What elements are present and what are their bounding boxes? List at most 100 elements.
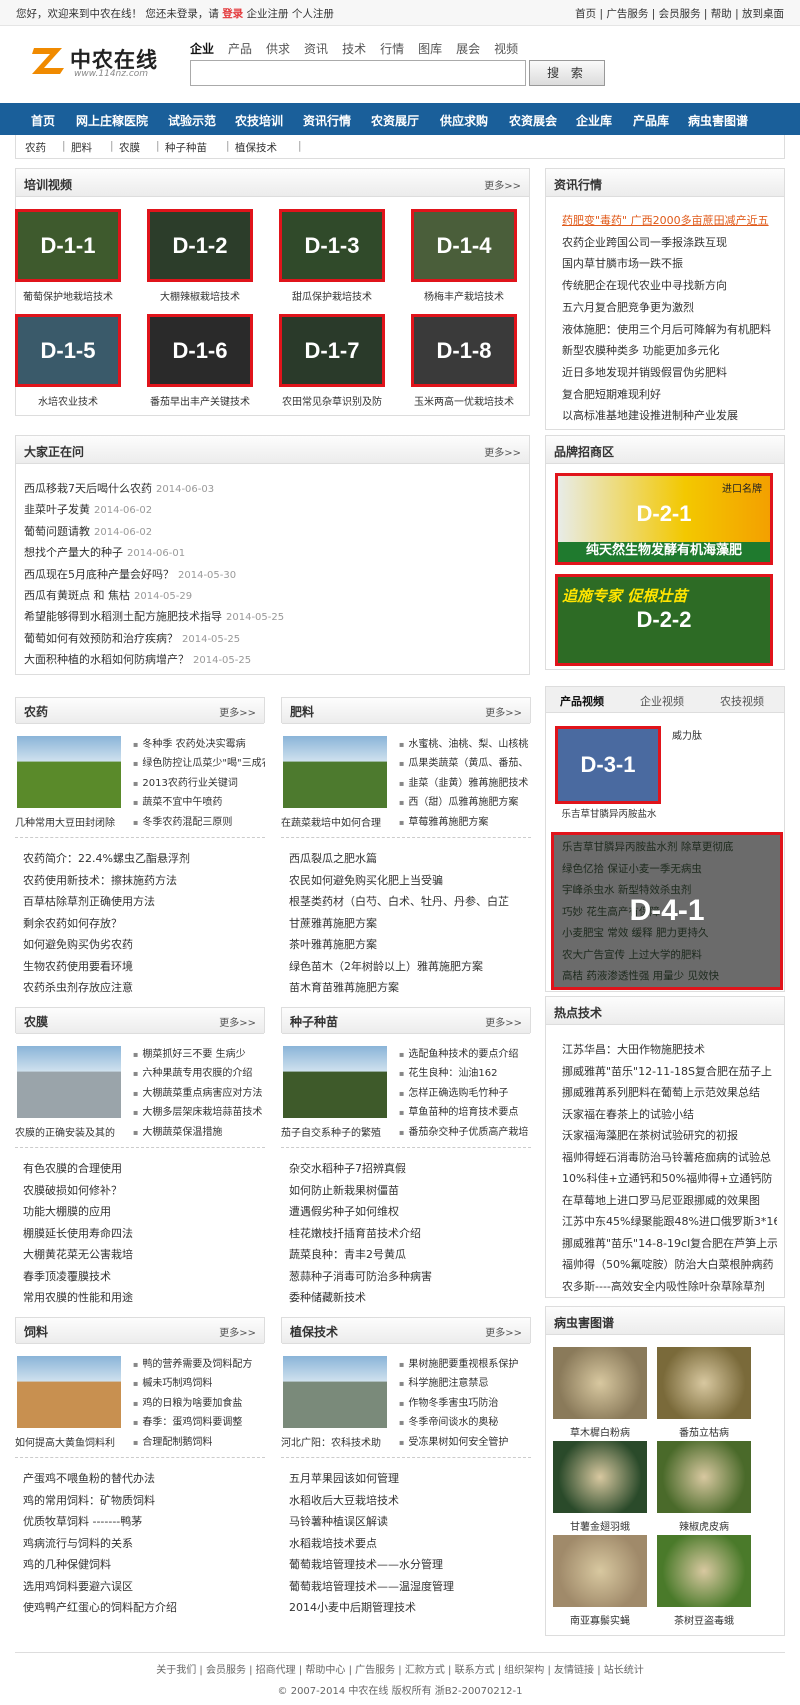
product-video-tab[interactable]: 企业视频 <box>640 693 684 709</box>
hot-tech-item[interactable]: 沃家福海藻肥在茶树试验研究的初报 <box>562 1127 777 1143</box>
training-more-link[interactable]: 更多>> <box>484 177 521 192</box>
category-item[interactable]: 葱蒜种子消毒可防治多种病害 <box>289 1268 531 1284</box>
category-more-link[interactable]: 更多>> <box>485 1014 522 1029</box>
category-item[interactable]: 剩余农药如何存放？ <box>23 915 265 931</box>
category-bullet[interactable]: 鸡的日粮为啥要加食盐 <box>133 1394 265 1409</box>
category-image-caption[interactable]: 如何提高大黄鱼饲料利 <box>15 1434 127 1449</box>
category-image-caption[interactable]: 在蔬菜栽培中如何合理 <box>281 814 393 829</box>
category-bullet[interactable]: 2013农药行业关键词 <box>133 774 265 789</box>
category-bullet[interactable]: 果树施肥要重视根系保护 <box>399 1355 531 1370</box>
asking-question[interactable]: 西瓜移栽7天后喝什么农药 <box>24 482 152 495</box>
hot-tech-item[interactable]: 在草莓地上进口罗马尼亚跟挪威的效果图 <box>562 1192 777 1208</box>
pest-image[interactable] <box>657 1441 751 1513</box>
asking-question[interactable]: 西瓜现在5月底种产量会好吗？ <box>24 568 174 581</box>
category-bullet[interactable]: 棚菜抓好三不要 生病少 <box>133 1045 265 1060</box>
category-more-link[interactable]: 更多>> <box>219 704 256 719</box>
pest-name[interactable]: 辣椒虎皮病 <box>651 1518 757 1533</box>
category-item[interactable]: 鸡的几种保健饲料 <box>23 1556 265 1572</box>
product-video-list-item[interactable]: 乐吉草甘膦异丙胺盐水剂 除草更彻底 <box>562 839 733 854</box>
category-item[interactable]: 茶叶雅苒施肥方案 <box>289 936 531 952</box>
category-item[interactable]: 水稻收后大豆栽培技术 <box>289 1492 531 1508</box>
hot-tech-item[interactable]: 挪威雅苒系列肥料在葡萄上示范效果总结 <box>562 1084 777 1100</box>
training-video-caption[interactable]: 大棚辣椒栽培技术 <box>139 288 261 303</box>
footer-links[interactable]: 关于我们 | 会员服务 | 招商代理 | 帮助中心 | 广告服务 | 汇款方式 … <box>15 1652 785 1676</box>
category-item[interactable]: 蔬菜良种：青丰2号黄瓜 <box>289 1246 531 1262</box>
asking-item[interactable]: 韭菜叶子发黄 2014-06-02 <box>24 501 152 517</box>
category-item[interactable]: 甘蔗雅苒施肥方案 <box>289 915 531 931</box>
news-item[interactable]: 五六月复合肥竞争更为激烈 <box>562 299 777 315</box>
category-item[interactable]: 根茎类药材（白芍、白术、牡丹、丹参、白芷 <box>289 893 531 909</box>
news-item[interactable]: 农药企业跨国公司一季报涤跌互现 <box>562 234 777 250</box>
category-bullet[interactable]: 春季：蛋鸡饲料要调整 <box>133 1413 265 1428</box>
news-item[interactable]: 国内草甘膦市场一跌不振 <box>562 255 777 271</box>
category-bullet[interactable]: 蔬菜不宜中午喷药 <box>133 793 265 808</box>
category-bullet[interactable]: 六种果蔬专用农膜的介绍 <box>133 1064 265 1079</box>
nav-item[interactable]: 农资展厅 <box>371 112 419 129</box>
category-item[interactable]: 苗木育苗雅苒施肥方案 <box>289 979 531 995</box>
category-bullet[interactable]: 番茄杂交种子优质高产栽培 <box>399 1123 531 1138</box>
search-tab[interactable]: 供求 <box>266 40 290 57</box>
asking-item[interactable]: 大面积种植的水稻如何防病增产？ 2014-05-25 <box>24 651 251 667</box>
category-bullet[interactable]: 冬季农药混配三原则 <box>133 813 265 828</box>
category-image[interactable] <box>17 1356 121 1428</box>
category-image[interactable] <box>283 1356 387 1428</box>
news-item[interactable]: 新型农膜种类多 功能更加多元化 <box>562 342 777 358</box>
product-video-list-item[interactable]: 农大广告宣传 上过大学的肥料 <box>562 947 702 962</box>
category-item[interactable]: 鸡病流行与饲料的关系 <box>23 1535 265 1551</box>
pest-image[interactable] <box>553 1347 647 1419</box>
brand-ad-2[interactable]: 追施专家 促根壮苗 D-2-2 <box>555 574 773 666</box>
training-video-thumb[interactable]: D-1-3 <box>279 209 385 282</box>
nav-item[interactable]: 病虫害图谱 <box>688 112 748 129</box>
asking-question[interactable]: 大面积种植的水稻如何防病增产？ <box>24 653 189 666</box>
category-bullet[interactable]: 冬种季 农药处决实霉病 <box>133 735 265 750</box>
pest-name[interactable]: 南亚寡鬃实蝇 <box>547 1612 653 1627</box>
nav-item[interactable]: 农技培训 <box>235 112 283 129</box>
training-video-thumb[interactable]: D-1-1 <box>15 209 121 282</box>
category-item[interactable]: 五月苹果园该如何管理 <box>289 1470 531 1486</box>
training-video-thumb[interactable]: D-1-6 <box>147 314 253 387</box>
search-tab[interactable]: 视频 <box>494 40 518 57</box>
category-item[interactable]: 农药杀虫剂存放应注意 <box>23 979 265 995</box>
hot-tech-item[interactable]: 福帅得（50%氟啶胺）防治大白菜根肿病药 <box>562 1256 777 1272</box>
asking-more-link[interactable]: 更多>> <box>484 444 521 459</box>
category-bullet[interactable]: 合理配制鹅饲料 <box>133 1433 265 1448</box>
category-bullet[interactable]: 受冻果树如何安全管护 <box>399 1433 531 1448</box>
category-bullet[interactable]: 选配鱼种技术的要点介绍 <box>399 1045 531 1060</box>
training-video-thumb[interactable]: D-1-8 <box>411 314 517 387</box>
category-item[interactable]: 杂交水稻种子7招辨真假 <box>289 1160 531 1176</box>
category-more-link[interactable]: 更多>> <box>219 1014 256 1029</box>
subnav-item[interactable]: 农膜 <box>119 140 140 155</box>
product-video-caption[interactable]: 乐吉草甘膦异丙胺盐水 <box>551 806 667 820</box>
product-video-tab[interactable]: 产品视频 <box>560 693 604 709</box>
search-tab[interactable]: 技术 <box>342 40 366 57</box>
training-video-caption[interactable]: 玉米两高一优栽培技术 <box>403 393 525 408</box>
category-bullet[interactable]: 花生良种：汕油162 <box>399 1064 531 1079</box>
hot-tech-item[interactable]: 福帅得蛭石消毒防治马铃薯疮痂病的试验总 <box>562 1149 777 1165</box>
nav-item[interactable]: 首页 <box>31 112 55 129</box>
hot-tech-item[interactable]: 江苏中东45%绿聚能跟48%进口俄罗斯3*16 <box>562 1213 777 1229</box>
category-item[interactable]: 农民如何避免购买化肥上当受骗 <box>289 872 531 888</box>
training-video-thumb[interactable]: D-1-2 <box>147 209 253 282</box>
category-bullet[interactable]: 瓜果类蔬菜（黄瓜、番茄、 <box>399 754 531 769</box>
news-item[interactable]: 传统肥企在现代农业中寻找新方向 <box>562 277 777 293</box>
category-image[interactable] <box>17 736 121 808</box>
product-video-tab[interactable]: 农技视频 <box>720 693 764 709</box>
asking-item[interactable]: 希望能够得到水稻测土配方施肥技术指导 2014-05-25 <box>24 608 284 624</box>
hot-tech-item[interactable]: 挪威雅苒"苗乐"12-11-18S复合肥在茄子上 <box>562 1063 777 1079</box>
category-image-caption[interactable]: 茄子自交系种子的繁殖 <box>281 1124 393 1139</box>
category-item[interactable]: 生物农药使用要看环境 <box>23 958 265 974</box>
category-item[interactable]: 农膜破损如何修补？ <box>23 1182 265 1198</box>
category-image-caption[interactable]: 河北广阳：农科技术助 <box>281 1434 393 1449</box>
product-video-thumb[interactable]: D-3-1 <box>555 726 661 804</box>
product-video-list-item[interactable]: 绿色亿拾 保证小麦一季无病虫 <box>562 861 702 876</box>
pest-name[interactable]: 番茄立枯病 <box>651 1424 757 1439</box>
hot-tech-item[interactable]: 10%科佳+立通钙和50%福帅得+立通钙防 <box>562 1170 777 1186</box>
asking-item[interactable]: 西瓜移栽7天后喝什么农药 2014-06-03 <box>24 480 214 496</box>
pest-name[interactable]: 甘薯金翅羽蛾 <box>547 1518 653 1533</box>
category-item[interactable]: 如何避免购买伪劣农药 <box>23 936 265 952</box>
category-bullet[interactable]: 西（甜）瓜雅苒施肥方案 <box>399 793 531 808</box>
pest-image[interactable] <box>657 1535 751 1607</box>
nav-item[interactable]: 资讯行情 <box>303 112 351 129</box>
training-video-thumb[interactable]: D-1-4 <box>411 209 517 282</box>
pest-name[interactable]: 草木樨白粉病 <box>547 1424 653 1439</box>
